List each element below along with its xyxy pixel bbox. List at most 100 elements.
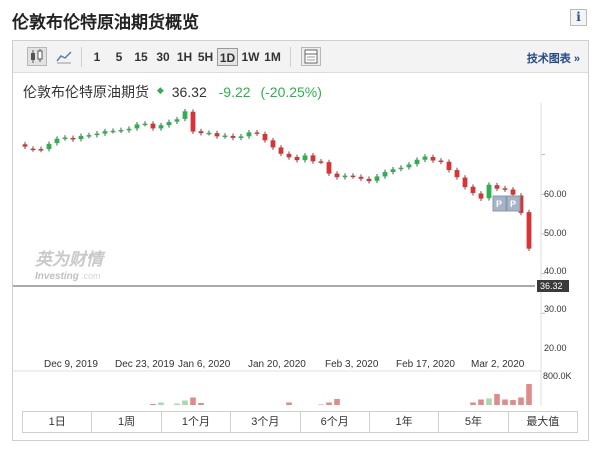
candle-body xyxy=(110,130,116,133)
candle-body xyxy=(166,122,172,126)
candle-body xyxy=(222,135,228,138)
range-15[interactable]: 15 xyxy=(132,48,150,66)
current-price-label: 36.32 xyxy=(540,281,563,291)
candle-body xyxy=(422,156,428,160)
range-1h[interactable]: 1H xyxy=(175,48,194,66)
candle-body xyxy=(118,129,124,132)
range-1w[interactable]: 1W xyxy=(240,48,261,66)
candle-body xyxy=(334,173,340,178)
toolbar-divider xyxy=(81,47,82,67)
instrument-name: 伦敦布伦特原油期货 xyxy=(23,84,149,100)
range-1d[interactable]: 1D xyxy=(217,48,238,66)
candle-body xyxy=(22,144,28,147)
candle-body xyxy=(302,155,308,161)
y-axis: 60.00 50.00 40.00 30.00 20.00 xyxy=(544,189,567,353)
technical-chart-link[interactable]: 技术图表 » xyxy=(527,50,580,66)
chart-toolbar: 1 5 15 30 1H 5H 1D 1W 1M 技术图表 » xyxy=(13,41,588,73)
y-tick-label: 40.00 xyxy=(544,266,567,276)
page-title: 伦敦布伦特原油期货概览 xyxy=(12,13,199,32)
volume-bar xyxy=(494,394,500,405)
candle-body xyxy=(126,128,132,131)
period-6m[interactable]: 6个月 xyxy=(301,412,370,432)
candle-body xyxy=(486,184,492,199)
price-chart[interactable]: 英为财情 Investing .com 60.00 50.00 40.00 30… xyxy=(13,103,588,405)
candle-body xyxy=(358,176,364,179)
candlestick-icon[interactable] xyxy=(27,47,47,66)
candle-body xyxy=(342,175,348,178)
candle-body xyxy=(526,212,532,249)
volume-bar xyxy=(518,397,524,405)
period-1d[interactable]: 1日 xyxy=(23,412,93,432)
period-3m[interactable]: 3个月 xyxy=(231,412,301,432)
candle-body xyxy=(38,149,44,151)
candle-body xyxy=(286,153,292,158)
candle-body xyxy=(262,133,268,141)
line-chart-icon[interactable] xyxy=(54,47,74,66)
y-tick-label: 60.00 xyxy=(544,189,567,199)
info-icon[interactable]: i xyxy=(570,9,587,26)
candle-body xyxy=(478,193,484,199)
price-change-percent: (-20.25%) xyxy=(260,84,322,100)
volume-bars xyxy=(150,384,532,405)
toolbar-divider xyxy=(290,47,291,67)
x-axis: Dec 9, 2019 Dec 23, 2019 Jan 6, 2020 Jan… xyxy=(44,359,525,370)
volume-bar xyxy=(486,398,492,405)
volume-bar xyxy=(334,399,340,405)
candle-body xyxy=(374,176,380,181)
candle-body xyxy=(430,156,436,161)
candle-body xyxy=(414,159,420,165)
candle-body xyxy=(438,160,444,163)
table-icon[interactable] xyxy=(301,47,321,66)
candle-body xyxy=(206,132,212,135)
candle-body xyxy=(238,136,244,138)
volume-bar xyxy=(478,399,484,405)
y-tick-label: 20.00 xyxy=(544,343,567,353)
range-5[interactable]: 5 xyxy=(112,48,126,66)
range-1m[interactable]: 1M xyxy=(262,48,283,66)
volume-tick-label: 800.0K xyxy=(543,371,572,381)
volume-bar xyxy=(150,404,156,405)
candle-body xyxy=(462,177,468,188)
event-marker-label: P xyxy=(496,199,502,209)
candle-body xyxy=(62,137,68,140)
period-1w[interactable]: 1周 xyxy=(92,412,162,432)
volume-bar xyxy=(502,399,508,405)
last-price: 36.32 xyxy=(171,84,207,100)
candle-body xyxy=(278,147,284,154)
candle-body xyxy=(470,186,476,194)
candle-body xyxy=(510,189,516,195)
volume-bar xyxy=(198,403,204,405)
candle-body xyxy=(382,172,388,177)
candle-body xyxy=(94,133,100,136)
price-change: -9.22 xyxy=(218,84,251,100)
x-date-label: Feb 3, 2020 xyxy=(325,359,379,370)
period-1y[interactable]: 1年 xyxy=(370,412,440,432)
candle-body xyxy=(158,125,164,129)
event-marker-label: P xyxy=(510,199,516,209)
watermark-domain: .com xyxy=(81,271,101,281)
period-5y[interactable]: 5年 xyxy=(439,412,509,432)
candle-body xyxy=(366,178,372,182)
volume-bar xyxy=(318,404,324,405)
range-1[interactable]: 1 xyxy=(90,48,104,66)
candle-body xyxy=(350,175,356,178)
x-date-label: Feb 17, 2020 xyxy=(396,359,455,370)
y-tick-label: 30.00 xyxy=(544,304,567,314)
volume-bar xyxy=(174,403,180,405)
candle-body xyxy=(150,123,156,129)
candle-body xyxy=(254,132,260,134)
range-5h[interactable]: 5H xyxy=(196,48,215,66)
range-30[interactable]: 30 xyxy=(154,48,172,66)
candle-body xyxy=(54,138,60,144)
candle-body xyxy=(102,131,108,134)
candle-body xyxy=(446,161,452,171)
candle-body xyxy=(294,156,300,161)
candle-body xyxy=(190,111,196,132)
period-1m[interactable]: 1个月 xyxy=(162,412,232,432)
watermark-sub: Investing xyxy=(35,271,79,282)
candle-body xyxy=(134,124,140,129)
period-max[interactable]: 最大值 xyxy=(509,412,577,432)
candle-body xyxy=(326,162,332,174)
volume-bar xyxy=(190,397,196,405)
quote-header: 伦敦布伦特原油期货 ◆ 36.32 -9.22 (-20.25%) xyxy=(23,82,322,102)
